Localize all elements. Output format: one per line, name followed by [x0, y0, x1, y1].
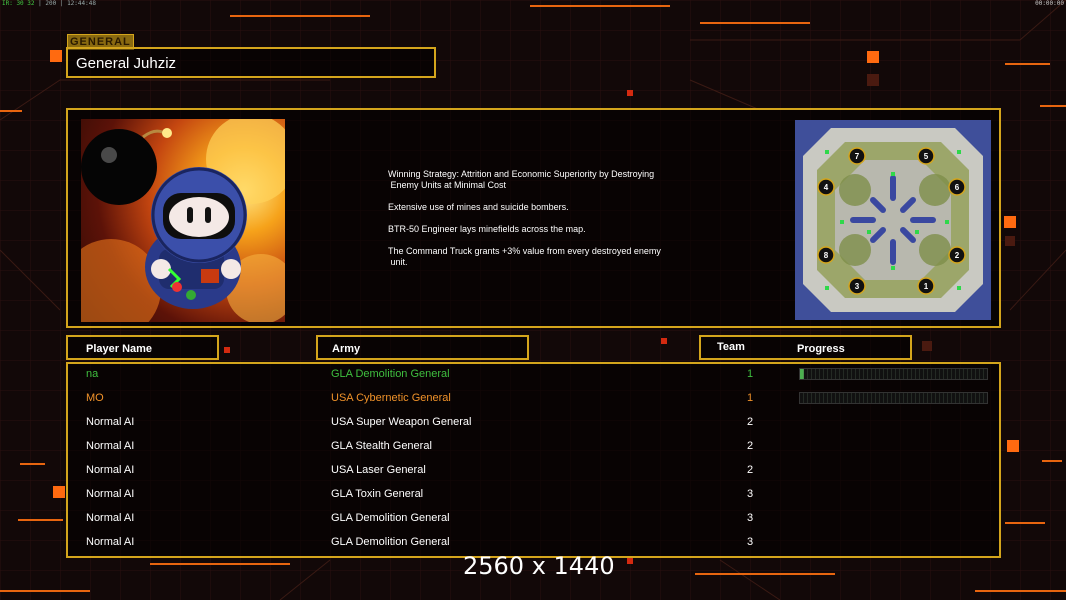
fps-readout: IR: 30 32 — [2, 0, 35, 7]
player-team: 3 — [746, 512, 754, 524]
general-name: General Juhziz — [76, 55, 177, 72]
player-team: 2 — [746, 440, 754, 452]
player-row: Normal AI GLA Demolition General 3 — [68, 508, 999, 532]
player-army: USA Laser General — [331, 464, 426, 476]
player-army: GLA Demolition General — [331, 536, 450, 548]
strategy-line: BTR-50 Engineer lays minefields across t… — [388, 224, 586, 234]
army-header: Army — [316, 335, 529, 360]
army-header-label: Army — [332, 343, 361, 355]
player-table: na GLA Demolition General 1 MO USA Cyber… — [66, 362, 1001, 558]
start-position-label: 8 — [824, 251, 829, 260]
player-name: Normal AI — [86, 512, 135, 524]
start-position-marker: 2 — [948, 246, 966, 264]
player-army: GLA Demolition General — [331, 512, 450, 524]
start-position-marker: 3 — [848, 277, 866, 295]
team-progress-header: Team Progress — [699, 335, 912, 360]
player-name: MO — [86, 392, 104, 404]
player-army: GLA Demolition General — [331, 368, 450, 380]
player-team: 3 — [746, 536, 754, 548]
strategy-line: The Command Truck grants +3% value from … — [388, 246, 661, 267]
progress-header-label: Progress — [797, 343, 845, 355]
start-position-marker: 5 — [917, 147, 935, 165]
resolution-label: 2560 x 1440 — [463, 552, 615, 580]
start-position-label: 5 — [924, 152, 929, 161]
start-position-label: 6 — [955, 183, 960, 192]
player-army: GLA Toxin General — [331, 488, 424, 500]
player-team: 2 — [746, 416, 754, 428]
player-name: Normal AI — [86, 416, 135, 428]
strategy-line: Extensive use of mines and suicide bombe… — [388, 202, 569, 212]
player-name: Normal AI — [86, 464, 135, 476]
start-position-marker: 7 — [848, 147, 866, 165]
map-preview: 7 5 4 6 8 2 3 1 — [795, 120, 991, 320]
player-name-header: Player Name — [66, 335, 219, 360]
start-position-marker: 6 — [948, 178, 966, 196]
strategy-description: Winning Strategy: Attrition and Economic… — [388, 169, 708, 279]
start-position-label: 3 — [855, 282, 860, 291]
player-army: GLA Stealth General — [331, 440, 432, 452]
start-position-label: 1 — [924, 282, 929, 291]
start-position-marker: 8 — [817, 246, 835, 264]
player-row: Normal AI GLA Stealth General 2 — [68, 436, 999, 460]
player-row: Normal AI USA Laser General 2 — [68, 460, 999, 484]
start-position-label: 4 — [824, 183, 829, 192]
player-progress-bar — [799, 368, 988, 380]
player-name: Normal AI — [86, 440, 135, 452]
player-name-header-label: Player Name — [86, 343, 153, 355]
status-bar-left: IR: 30 32 | 200 | 12:44:48 — [2, 0, 96, 7]
bomber-portrait-image — [81, 119, 285, 322]
game-timer: 00:00:00 — [1035, 0, 1064, 7]
general-info-panel: Winning Strategy: Attrition and Economic… — [66, 108, 1001, 328]
general-portrait — [81, 119, 285, 322]
player-name: Normal AI — [86, 488, 135, 500]
player-team: 3 — [746, 488, 754, 500]
status-bar-right: 00:00:00 — [1035, 0, 1064, 7]
team-header-label: Team — [717, 341, 745, 353]
clock: 12:44:48 — [67, 0, 96, 7]
player-name: Normal AI — [86, 536, 135, 548]
start-position-label: 7 — [855, 152, 860, 161]
player-team: 1 — [746, 368, 754, 380]
player-team: 1 — [746, 392, 754, 404]
player-army: USA Cybernetic General — [331, 392, 451, 404]
player-name: na — [86, 368, 99, 380]
player-team: 2 — [746, 464, 754, 476]
start-position-marker: 1 — [917, 277, 935, 295]
player-army: USA Super Weapon General — [331, 416, 472, 428]
player-row: na GLA Demolition General 1 — [68, 364, 999, 388]
general-name-box: General Juhziz — [66, 47, 436, 78]
start-position-marker: 4 — [817, 178, 835, 196]
player-progress-bar — [799, 392, 988, 404]
player-row: Normal AI USA Super Weapon General 2 — [68, 412, 999, 436]
status-misc: | 200 | — [38, 0, 64, 7]
player-row: Normal AI GLA Toxin General 3 — [68, 484, 999, 508]
start-position-label: 2 — [955, 251, 960, 260]
player-row: MO USA Cybernetic General 1 — [68, 388, 999, 412]
strategy-line: Winning Strategy: Attrition and Economic… — [388, 169, 655, 190]
